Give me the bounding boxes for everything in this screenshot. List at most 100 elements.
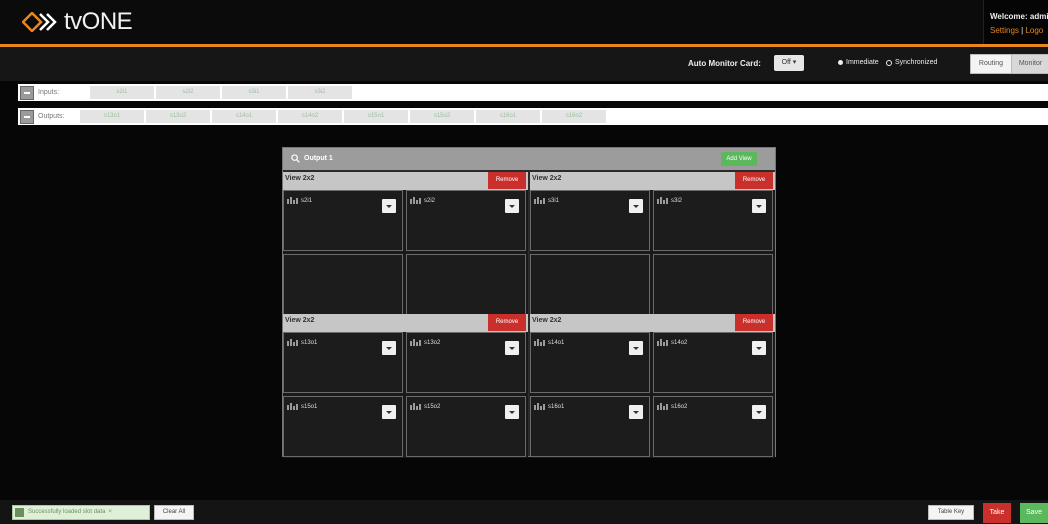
take-button[interactable]: Take: [983, 503, 1011, 523]
outputs-label: Outputs:: [38, 113, 65, 120]
logout-link[interactable]: Logo: [1025, 26, 1043, 35]
cell-dropdown-button[interactable]: [629, 199, 643, 213]
output-chip[interactable]: s16o1: [476, 110, 540, 123]
cell-source-label: s15o2: [424, 403, 441, 410]
cell-source-label: s3i2: [671, 197, 683, 204]
input-chip[interactable]: s2i1: [90, 86, 154, 99]
radio-unselected-icon: [886, 59, 892, 66]
input-chip[interactable]: s3i1: [222, 86, 286, 99]
view-cell[interactable]: s2i1: [283, 190, 403, 251]
cell-dropdown-button[interactable]: [752, 199, 766, 213]
cell-dropdown-button[interactable]: [629, 341, 643, 355]
output-title-text: Output 1: [304, 155, 333, 162]
remove-view-button[interactable]: Remove: [488, 314, 526, 331]
cell-dropdown-button[interactable]: [505, 405, 519, 419]
view-cell-empty[interactable]: [653, 254, 773, 315]
user-links: Settings | Logo: [990, 26, 1043, 35]
view-title: View 2x2: [532, 317, 562, 324]
view-cell[interactable]: s15o2: [406, 396, 526, 457]
view-2x2: View 2x2 Remove s13o1 s13o2 s15o1 s15o2: [283, 314, 528, 458]
cell-dropdown-button[interactable]: [505, 199, 519, 213]
table-key-button[interactable]: Table Key: [928, 505, 974, 520]
cell-source: s16o2: [657, 403, 687, 410]
view-cells: s13o1 s13o2 s15o1 s15o2: [283, 332, 528, 458]
remove-view-button[interactable]: Remove: [488, 172, 526, 189]
cell-source-label: s3i1: [548, 197, 560, 204]
view-cell-empty[interactable]: [406, 254, 526, 315]
cell-dropdown-button[interactable]: [382, 199, 396, 213]
cell-source: s14o2: [657, 339, 687, 346]
view-cell-empty[interactable]: [283, 254, 403, 315]
cell-source: s15o1: [287, 403, 317, 410]
signal-bars-icon: [287, 197, 299, 204]
clear-all-button[interactable]: Clear All: [154, 505, 194, 520]
signal-bars-icon: [534, 403, 546, 410]
cell-source: s2i2: [410, 197, 435, 204]
welcome-text: Welcome: admin: [990, 12, 1048, 21]
output-title: Output 1: [291, 154, 333, 163]
settings-link[interactable]: Settings: [990, 26, 1019, 35]
cell-source: s3i1: [534, 197, 559, 204]
tvone-logo[interactable]: tvONE: [22, 8, 133, 36]
radio-immediate[interactable]: Immediate: [838, 59, 879, 66]
output-chip[interactable]: s16o2: [542, 110, 606, 123]
cell-source-label: s2i1: [301, 197, 313, 204]
view-header: View 2x2 Remove: [530, 172, 775, 190]
logo-text: tvONE: [64, 8, 133, 35]
view-cell[interactable]: s13o2: [406, 332, 526, 393]
output-panel-header: Output 1 Add View: [283, 148, 775, 170]
output-chip[interactable]: s13o1: [80, 110, 144, 123]
status-icon: [15, 508, 24, 517]
tab-routing[interactable]: Routing: [970, 54, 1012, 74]
view-cell[interactable]: s15o1: [283, 396, 403, 457]
view-header: View 2x2 Remove: [283, 172, 528, 190]
view-cell-empty[interactable]: [530, 254, 650, 315]
output-chip[interactable]: s15o1: [344, 110, 408, 123]
cell-dropdown-button[interactable]: [382, 405, 396, 419]
input-chip[interactable]: s2i2: [156, 86, 220, 99]
cell-source-label: s14o2: [671, 339, 688, 346]
view-cells: s14o1 s14o2 s16o1 s16o2: [530, 332, 775, 458]
output-chip[interactable]: s13o2: [146, 110, 210, 123]
signal-bars-icon: [410, 339, 422, 346]
cell-source-label: s13o2: [424, 339, 441, 346]
view-cells: s2i1 s2i2: [283, 190, 528, 316]
cell-dropdown-button[interactable]: [629, 405, 643, 419]
radio-synchronized-label: Synchronized: [895, 59, 938, 66]
cell-source: s13o1: [287, 339, 317, 346]
view-cell[interactable]: s14o2: [653, 332, 773, 393]
radio-synchronized[interactable]: Synchronized: [886, 59, 937, 66]
cell-dropdown-button[interactable]: [752, 341, 766, 355]
view-cell[interactable]: s14o1: [530, 332, 650, 393]
tab-monitor[interactable]: Monitor: [1011, 54, 1048, 74]
footer-bar: Successfully loaded slot data × Clear Al…: [0, 500, 1048, 524]
output-chip[interactable]: s14o2: [278, 110, 342, 123]
cell-dropdown-button[interactable]: [752, 405, 766, 419]
view-cell[interactable]: s16o1: [530, 396, 650, 457]
close-icon[interactable]: ×: [108, 506, 112, 519]
remove-view-button[interactable]: Remove: [735, 314, 773, 331]
add-view-button[interactable]: Add View: [721, 152, 757, 166]
search-icon: [291, 154, 300, 163]
logo-chevrons-icon: [22, 12, 58, 32]
cell-dropdown-button[interactable]: [505, 341, 519, 355]
auto-monitor-label: Auto Monitor Card:: [688, 59, 761, 68]
remove-view-button[interactable]: Remove: [735, 172, 773, 189]
collapse-outputs-icon[interactable]: [20, 109, 34, 124]
auto-monitor-select[interactable]: Off ▾: [774, 55, 804, 71]
view-cell[interactable]: s3i2: [653, 190, 773, 251]
output-chip[interactable]: s14o1: [212, 110, 276, 123]
collapse-inputs-icon[interactable]: [20, 85, 34, 100]
cell-source: s14o1: [534, 339, 564, 346]
cell-source-label: s15o1: [301, 403, 318, 410]
view-cell[interactable]: s2i2: [406, 190, 526, 251]
view-cell[interactable]: s13o1: [283, 332, 403, 393]
cell-source-label: s13o1: [301, 339, 318, 346]
cell-dropdown-button[interactable]: [382, 341, 396, 355]
output-chip[interactable]: s15o2: [410, 110, 474, 123]
view-cell[interactable]: s16o2: [653, 396, 773, 457]
view-cell[interactable]: s3i1: [530, 190, 650, 251]
input-chip[interactable]: s3i2: [288, 86, 352, 99]
save-button[interactable]: Save: [1020, 503, 1048, 523]
inputs-bar: Inputs: s2i1 s2i2 s3i1 s3i2: [18, 84, 1048, 101]
